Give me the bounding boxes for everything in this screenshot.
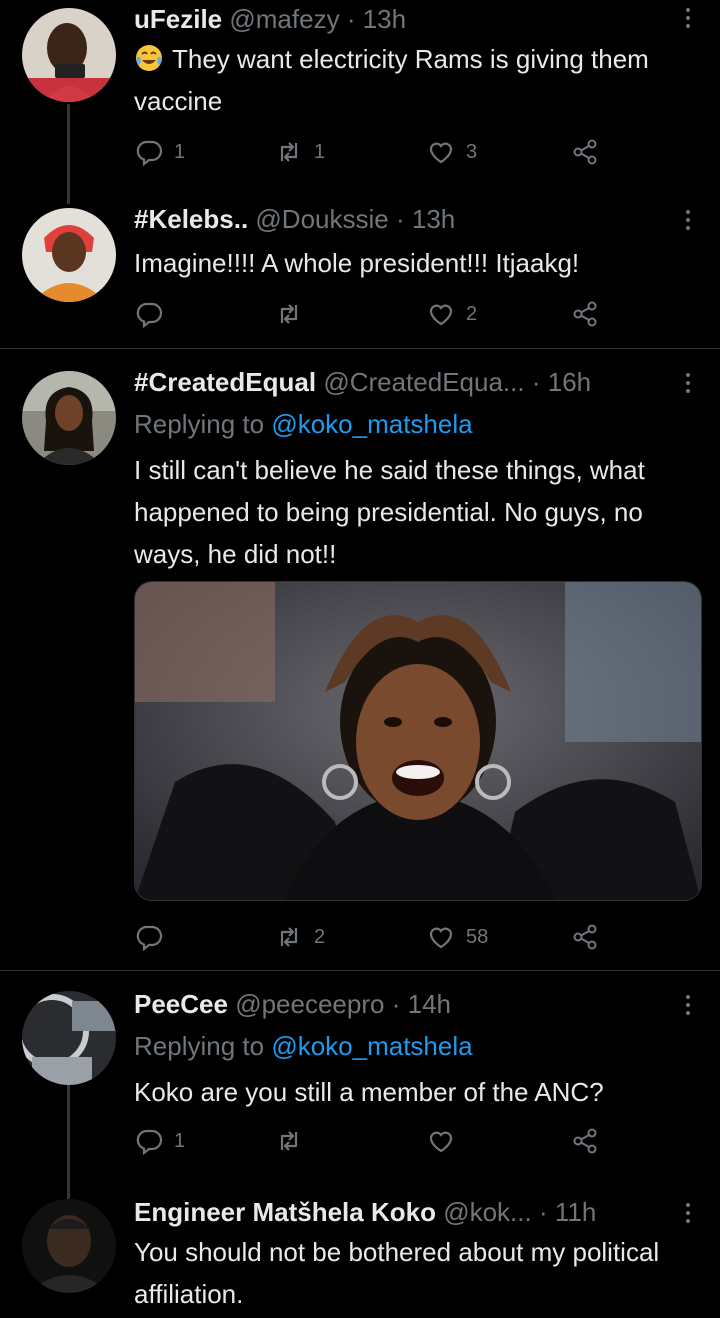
reply-button[interactable] bbox=[134, 919, 174, 955]
user-handle[interactable]: @CreatedEqua... bbox=[323, 367, 524, 397]
tweet[interactable]: #Kelebs.. @Doukssie · 13h Imagine!!!! A … bbox=[0, 190, 720, 348]
share-button[interactable] bbox=[570, 134, 600, 170]
share-button[interactable] bbox=[570, 919, 600, 955]
reply-icon bbox=[136, 302, 163, 329]
tweet-actions: 1 1 3 bbox=[134, 134, 614, 170]
share-icon bbox=[573, 301, 597, 327]
display-name[interactable]: PeeCee bbox=[134, 989, 228, 1019]
retweet-count: 2 bbox=[314, 925, 326, 948]
reply-button[interactable]: 1 bbox=[134, 1123, 185, 1159]
retweet-icon bbox=[280, 304, 298, 324]
tweet-actions: 2 58 bbox=[134, 919, 614, 955]
share-button[interactable] bbox=[570, 296, 600, 332]
replying-to: Replying to @koko_matshela bbox=[134, 409, 473, 439]
heart-icon bbox=[429, 927, 453, 949]
share-icon bbox=[573, 139, 597, 165]
share-icon bbox=[573, 1128, 597, 1154]
share-button[interactable] bbox=[570, 1123, 600, 1159]
more-options-icon[interactable] bbox=[684, 8, 692, 32]
face-with-tears-of-joy-icon bbox=[134, 43, 164, 73]
user-handle[interactable]: @peeceepro bbox=[235, 989, 384, 1019]
mention-link[interactable]: @koko_matshela bbox=[271, 1031, 472, 1061]
replying-to: Replying to @koko_matshela bbox=[134, 1031, 473, 1061]
retweet-icon bbox=[280, 142, 298, 162]
more-options-icon[interactable] bbox=[684, 995, 692, 1019]
user-handle[interactable]: @Doukssie bbox=[255, 204, 388, 234]
tweet-header: PeeCee @peeceepro · 14h bbox=[134, 989, 452, 1019]
timestamp[interactable]: 13h bbox=[363, 4, 406, 34]
like-count: 58 bbox=[466, 925, 489, 948]
tweet-header: #CreatedEqual @CreatedEqua... · 16h bbox=[134, 367, 592, 397]
user-handle[interactable]: @mafezy bbox=[229, 4, 339, 34]
reply-button[interactable]: 1 bbox=[134, 134, 185, 170]
heart-icon bbox=[429, 142, 453, 164]
user-handle[interactable]: @kok... bbox=[443, 1197, 532, 1227]
avatar[interactable] bbox=[22, 8, 116, 102]
avatar[interactable] bbox=[22, 1199, 116, 1293]
reply-button[interactable] bbox=[134, 296, 174, 332]
mention-link[interactable]: @koko_matshela bbox=[271, 409, 472, 439]
more-options-icon[interactable] bbox=[684, 373, 692, 397]
display-name[interactable]: uFezile bbox=[134, 4, 222, 34]
timestamp[interactable]: 16h bbox=[548, 367, 591, 397]
more-options-icon[interactable] bbox=[684, 210, 692, 234]
tweet-actions: 2 bbox=[134, 296, 614, 332]
tweet[interactable]: PeeCee @peeceepro · 14h Replying to @kok… bbox=[0, 971, 720, 1203]
timestamp[interactable]: 13h bbox=[412, 204, 455, 234]
display-name[interactable]: Engineer Matšhela Koko bbox=[134, 1197, 436, 1227]
retweet-button[interactable] bbox=[274, 296, 314, 332]
tweet[interactable]: uFezile @mafezy · 13h They want electric… bbox=[0, 0, 720, 204]
tweet-text-content: They want electricity Rams is giving the… bbox=[134, 44, 649, 116]
like-count: 3 bbox=[466, 140, 478, 163]
timestamp[interactable]: 11h bbox=[555, 1197, 596, 1227]
heart-icon bbox=[429, 1131, 453, 1153]
display-name[interactable]: #CreatedEqual bbox=[134, 367, 316, 397]
like-button[interactable]: 58 bbox=[426, 919, 488, 955]
reply-icon bbox=[136, 140, 163, 167]
tweet-text: You should not be bothered about my poli… bbox=[134, 1237, 660, 1309]
tweet-text: They want electricity Rams is giving the… bbox=[134, 38, 680, 122]
retweet-button[interactable]: 2 bbox=[274, 919, 325, 955]
reply-count: 1 bbox=[174, 1129, 186, 1152]
tweet-header: uFezile @mafezy · 13h bbox=[134, 4, 407, 34]
tweet-text: Imagine!!!! A whole president!!! Itjaakg… bbox=[134, 248, 580, 278]
reply-count: 1 bbox=[174, 140, 186, 163]
tweet[interactable]: Engineer Matšhela Koko @kok... · 11h You… bbox=[0, 1183, 720, 1318]
tweet[interactable]: #CreatedEqual @CreatedEqua... · 16h Repl… bbox=[0, 349, 720, 970]
tweet-text: I still can't believe he said these thin… bbox=[134, 455, 645, 569]
reply-icon bbox=[136, 925, 163, 952]
avatar[interactable] bbox=[22, 991, 116, 1085]
like-count: 2 bbox=[466, 302, 478, 325]
retweet-button[interactable]: 1 bbox=[274, 134, 325, 170]
avatar[interactable] bbox=[22, 371, 116, 465]
avatar[interactable] bbox=[22, 208, 116, 302]
timestamp[interactable]: 14h bbox=[408, 989, 451, 1019]
heart-icon bbox=[429, 304, 453, 326]
tweet-header: Engineer Matšhela Koko @kok... · 11h bbox=[134, 1197, 597, 1227]
like-button[interactable]: 2 bbox=[426, 296, 477, 332]
retweet-icon bbox=[280, 1131, 298, 1151]
retweet-count: 1 bbox=[314, 140, 326, 163]
retweet-icon bbox=[280, 927, 298, 947]
more-options-icon[interactable] bbox=[684, 1203, 692, 1227]
share-icon bbox=[573, 924, 597, 950]
reply-icon bbox=[136, 1129, 163, 1156]
like-button[interactable]: 3 bbox=[426, 134, 477, 170]
tweet-header: #Kelebs.. @Doukssie · 13h bbox=[134, 204, 456, 234]
tweet-image[interactable] bbox=[134, 581, 702, 901]
display-name[interactable]: #Kelebs.. bbox=[134, 204, 248, 234]
tweet-actions: 1 bbox=[134, 1123, 614, 1159]
like-button[interactable] bbox=[426, 1123, 466, 1159]
tweet-text: Koko are you still a member of the ANC? bbox=[134, 1077, 604, 1107]
retweet-button[interactable] bbox=[274, 1123, 314, 1159]
